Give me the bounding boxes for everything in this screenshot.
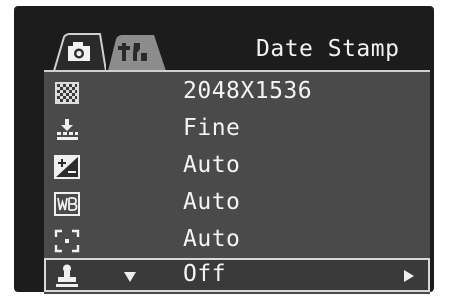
quality-icon xyxy=(57,119,78,140)
white-balance-icon xyxy=(54,192,80,216)
menu-title: Date Stamp xyxy=(256,36,400,62)
resolution-icon xyxy=(55,82,79,104)
menu-item-value: Fine xyxy=(183,115,241,141)
menu-item-white-balance[interactable]: Auto xyxy=(44,186,430,222)
scroll-down-icon xyxy=(124,272,136,282)
menu-item-value: Auto xyxy=(183,152,241,178)
tab-setup[interactable] xyxy=(108,33,166,71)
date-stamp-icon xyxy=(56,264,78,287)
exposure-compensation-icon xyxy=(54,155,80,179)
tab-camera[interactable] xyxy=(50,33,106,71)
metering-icon xyxy=(54,229,80,253)
menu-item-exposure-compensation[interactable]: Auto xyxy=(44,149,430,185)
menu-item-value: 2048X1536 xyxy=(183,78,313,104)
menu-item-value: Off xyxy=(183,261,227,287)
menu-item-quality[interactable]: Fine xyxy=(44,112,430,148)
menu-item-value: Auto xyxy=(183,226,241,252)
menu-item-value: Auto xyxy=(183,189,241,215)
next-option-icon[interactable] xyxy=(404,270,414,282)
menu-item-resolution[interactable]: 2048X1536 xyxy=(44,75,430,111)
menu-item-metering[interactable]: Auto xyxy=(44,223,430,259)
menu-item-date-stamp[interactable]: Off xyxy=(44,258,430,292)
